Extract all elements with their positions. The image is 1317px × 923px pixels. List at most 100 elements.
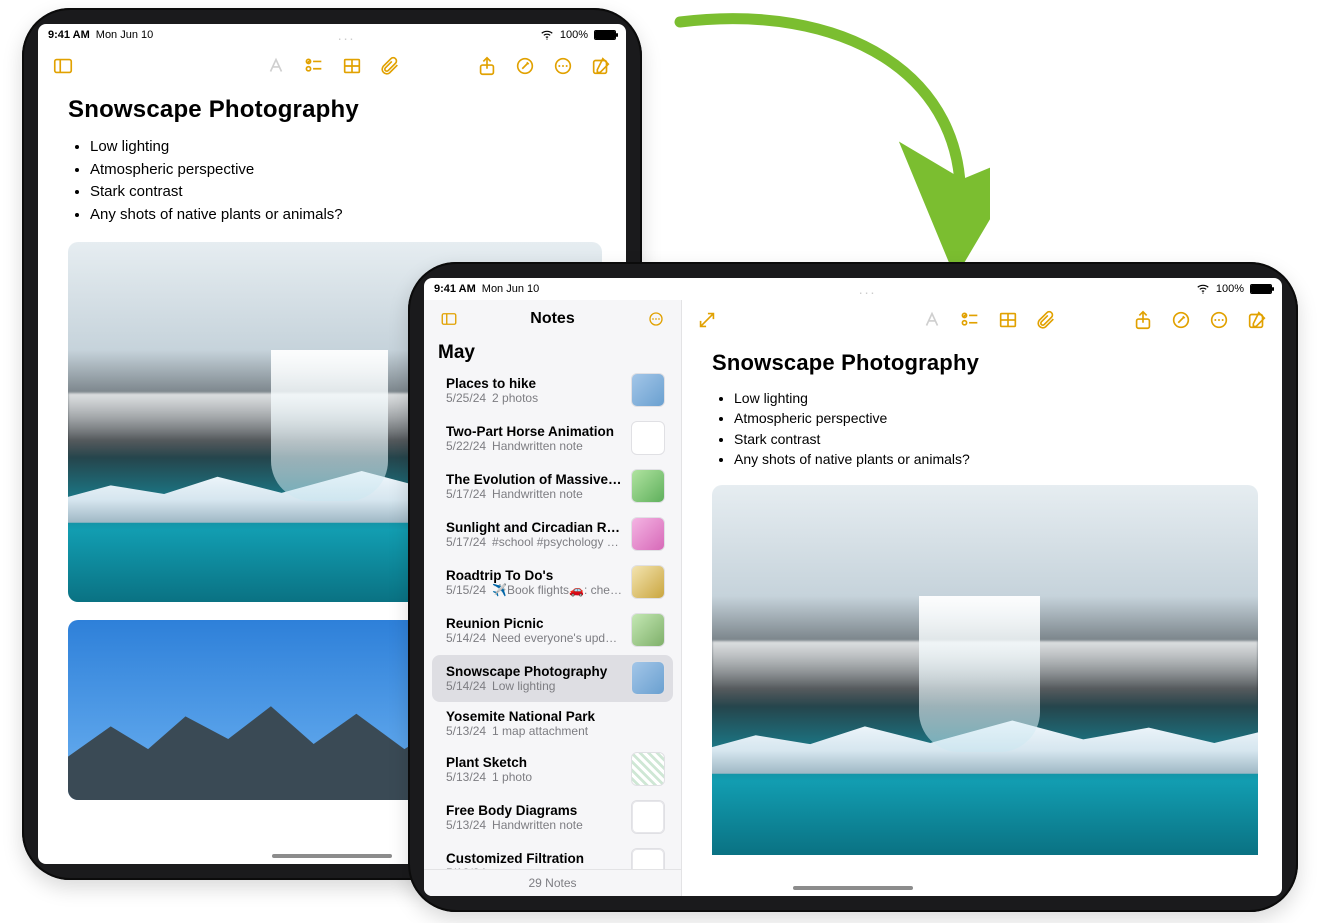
sidebar-item[interactable]: Sunlight and Circadian Rhyth...5/17/24#s… [432,511,673,558]
sidebar-more-button[interactable] [639,302,673,336]
ipad-landscape: 9:41 AM Mon Jun 10 ... 100% [408,262,1298,912]
sidebar-item-thumbnail [631,517,665,551]
checklist-button[interactable] [297,49,331,83]
sidebar-item-subtitle: 5/17/24Handwritten note [446,487,623,501]
expand-icon [696,309,718,331]
more-button[interactable] [1202,303,1236,337]
sidebar-item[interactable]: Places to hike5/25/242 photos [432,367,673,414]
sidebar-item-title: Sunlight and Circadian Rhyth... [446,520,623,535]
sidebar-item-thumbnail [631,613,665,647]
sidebar-icon [52,55,74,77]
sidebar-item-subtitle: 5/14/24Low lighting [446,679,623,693]
sidebar-title: Notes [470,310,635,328]
sidebar-item[interactable]: Reunion Picnic5/14/24Need everyone's upd… [432,607,673,654]
sidebar-item-thumbnail [631,373,665,407]
sidebar-item-title: Roadtrip To Do's [446,568,623,583]
sidebar-item-subtitle: 5/13/241 photo [446,770,623,784]
battery-icon [594,30,616,40]
battery-icon [1250,284,1272,294]
note-toolbar [38,46,626,86]
sidebar-item-subtitle: 5/14/24Need everyone's updated... [446,631,623,645]
note-photo-waterfall[interactable] [712,485,1258,855]
text-format-icon [921,309,943,331]
sidebar-item[interactable]: Roadtrip To Do's5/15/24✈️Book flights🚗: … [432,559,673,606]
sidebar-item-thumbnail [631,421,665,455]
ellipsis-circle-icon [647,310,665,328]
sidebar-item-thumbnail [631,848,665,869]
share-button[interactable] [470,49,504,83]
sidebar-item[interactable]: Yosemite National Park5/13/241 map attac… [432,703,673,745]
table-icon [341,55,363,77]
note-bullets: Low lighting Atmospheric perspective Sta… [68,136,602,226]
note-title: Snowscape Photography [68,96,602,124]
checklist-button[interactable] [953,303,987,337]
sidebar-footer: 29 Notes [424,869,681,896]
more-button[interactable] [546,49,580,83]
sidebar-item-subtitle: 5/25/242 photos [446,391,623,405]
checklist-icon [959,309,981,331]
sidebar-item[interactable]: Snowscape Photography5/14/24Low lighting [432,655,673,702]
sidebar-item-thumbnail [631,752,665,786]
status-bar: 9:41 AM Mon Jun 10 ... 100% [38,24,626,46]
sidebar-item-subtitle: 5/13/241 map attachment [446,724,665,738]
sidebar-item-thumbnail [631,565,665,599]
sidebar-item[interactable]: Plant Sketch5/13/241 photo [432,746,673,793]
share-icon [1132,309,1154,331]
attachment-icon [1035,309,1057,331]
sidebar-item-title: Customized Filtration [446,851,623,866]
note-bullet: Any shots of native plants or animals? [90,204,602,227]
multitask-dots-icon[interactable]: ... [545,281,1190,297]
sidebar-item-thumbnail [631,800,665,834]
share-button[interactable] [1126,303,1160,337]
note-body[interactable]: Snowscape Photography Low lighting Atmos… [682,340,1282,896]
sidebar-item-title: Places to hike [446,376,623,391]
attachment-button[interactable] [1029,303,1063,337]
sidebar-item[interactable]: The Evolution of Massive Star...5/17/24H… [432,463,673,510]
notes-sidebar: Notes May Places to hike5/25/242 photosT… [424,300,682,896]
sidebar-item-title: Free Body Diagrams [446,803,623,818]
table-button[interactable] [991,303,1025,337]
text-format-button[interactable] [259,49,293,83]
sidebar-toggle-button[interactable] [432,302,466,336]
more-icon [1208,309,1230,331]
battery-percent: 100% [560,29,588,41]
battery-percent: 100% [1216,283,1244,295]
sidebar-item-title: Snowscape Photography [446,664,623,679]
compose-icon [1246,309,1268,331]
sidebar-item[interactable]: Free Body Diagrams5/13/24Handwritten not… [432,794,673,841]
text-format-button[interactable] [915,303,949,337]
sidebar-item-title: The Evolution of Massive Star... [446,472,623,487]
sidebar-toggle-button[interactable] [46,49,80,83]
expand-button[interactable] [690,303,724,337]
sidebar-item[interactable]: Two-Part Horse Animation5/22/24Handwritt… [432,415,673,462]
multitask-dots-icon[interactable]: ... [159,27,534,43]
home-indicator[interactable] [272,854,392,858]
sidebar-item-thumbnail [631,469,665,503]
compose-button[interactable] [1240,303,1274,337]
note-main-pane: Snowscape Photography Low lighting Atmos… [682,300,1282,896]
sidebar-item-subtitle: 5/22/24Handwritten note [446,439,623,453]
markup-button[interactable] [1164,303,1198,337]
table-button[interactable] [335,49,369,83]
sidebar-icon [440,310,458,328]
checklist-icon [303,55,325,77]
compose-button[interactable] [584,49,618,83]
table-icon [997,309,1019,331]
clock: 9:41 AM [48,29,90,41]
date: Mon Jun 10 [482,283,539,295]
markup-button[interactable] [508,49,542,83]
sidebar-item-subtitle: 5/13/24Handwritten note [446,818,623,832]
sidebar-item-title: Two-Part Horse Animation [446,424,623,439]
home-indicator[interactable] [793,886,913,890]
note-bullet: Low lighting [90,136,602,159]
markup-icon [514,55,536,77]
sidebar-list[interactable]: Places to hike5/25/242 photosTwo-Part Ho… [424,366,681,869]
sidebar-item[interactable]: Customized Filtration5/12/24 [432,842,673,869]
sidebar-item-subtitle: 5/17/24#school #psychology #bio... [446,535,623,549]
note-bullet: Stark contrast [734,429,1258,449]
markup-icon [1170,309,1192,331]
text-format-icon [265,55,287,77]
attachment-button[interactable] [373,49,407,83]
sidebar-item-thumbnail [631,661,665,695]
note-bullet: Any shots of native plants or animals? [734,449,1258,469]
